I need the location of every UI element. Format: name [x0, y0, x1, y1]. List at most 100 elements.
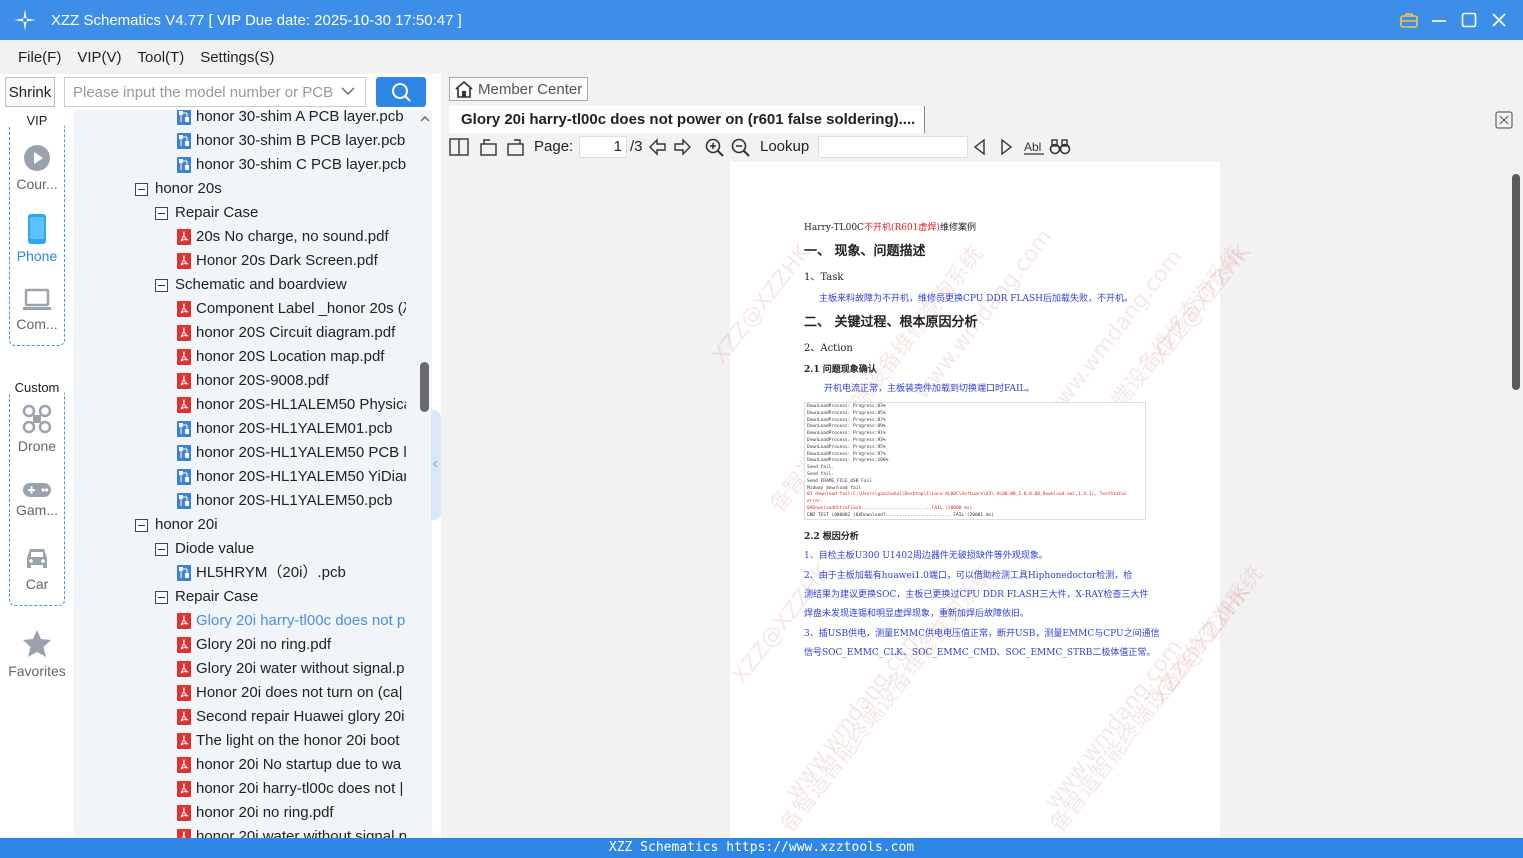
tree-file[interactable]: honor 20S Circuit diagram.pdf: [177, 321, 406, 345]
menu-tool[interactable]: Tool(T): [138, 49, 185, 66]
pcb-file-icon: [177, 133, 191, 149]
find-all-icon[interactable]: [1049, 138, 1071, 156]
doc-header: Harry-TL00C不开机(R601虚焊)维修案例: [804, 223, 976, 233]
tree-file[interactable]: honor 20i No startup due to wa: [177, 753, 406, 777]
tree-file[interactable]: HL5HRYM（20i）.pcb: [177, 561, 406, 585]
tree-file[interactable]: honor 20S-9008.pdf: [177, 369, 406, 393]
viewer-scrollbar[interactable]: [1509, 162, 1523, 838]
tree-folder[interactable]: Repair Case: [155, 201, 406, 225]
tree-file[interactable]: honor 20S-HL1YALEM01.pcb: [177, 417, 406, 441]
tree-item-label: The light on the honor 20i boot: [196, 732, 400, 749]
rotate-right-icon[interactable]: [505, 138, 525, 156]
nav-favorites-label: Favorites: [8, 663, 66, 679]
nav-phone[interactable]: Phone: [0, 214, 74, 264]
panel-collapse-handle[interactable]: [431, 410, 441, 520]
zoom-in-icon[interactable]: [705, 138, 725, 158]
member-center-button[interactable]: Member Center: [449, 77, 588, 101]
search-input[interactable]: Please input the model number or PCB: [64, 77, 366, 107]
tree-folder[interactable]: Repair Case: [155, 585, 406, 609]
tree-file[interactable]: Glory 20i harry-tl00c does not p: [177, 609, 406, 633]
nav-favorites[interactable]: Favorites: [0, 629, 74, 679]
viewer-scroll-thumb[interactable]: [1512, 174, 1520, 390]
chevron-left-icon: [433, 460, 438, 468]
previous-page-icon[interactable]: [647, 138, 667, 156]
zoom-out-icon[interactable]: [731, 138, 751, 158]
vip-badge-icon[interactable]: [1399, 10, 1419, 30]
pcb-file-icon: [177, 110, 191, 125]
tree-file[interactable]: honor 20S-HL1ALEM50 Physica: [177, 393, 406, 417]
menu-vip[interactable]: VIP(V): [77, 49, 121, 66]
search-icon: [392, 83, 411, 102]
nav-game[interactable]: Gam...: [0, 482, 74, 518]
nav-drone[interactable]: Drone: [0, 404, 74, 454]
collapse-toggle-icon[interactable]: [155, 278, 168, 292]
tree-item-label: Repair Case: [175, 588, 259, 605]
close-tab-icon[interactable]: [1495, 111, 1513, 129]
tree-folder[interactable]: honor 20s: [135, 177, 406, 201]
document-tab[interactable]: Glory 20i harry-tl00c does not power on …: [449, 106, 925, 133]
app-logo-icon: [14, 9, 36, 31]
tree-item-label: Glory 20i no ring.pdf: [196, 636, 332, 653]
tree-file[interactable]: honor 20i no ring.pdf: [177, 801, 406, 825]
collapse-toggle-icon[interactable]: [155, 206, 168, 220]
tree-file[interactable]: Second repair Huawei glory 20i: [177, 705, 406, 729]
find-next-icon[interactable]: [998, 138, 1014, 156]
tree-folder[interactable]: Schematic and boardview: [155, 273, 406, 297]
doc-section-21: 2.1 问题现象确认: [804, 365, 877, 375]
tree-file[interactable]: honor 30-shim C PCB layer.pcb: [177, 153, 406, 177]
log-line: DownLoadProcess: Progress:95%: [807, 444, 886, 450]
shrink-button[interactable]: Shrink: [5, 77, 55, 107]
tree-scrollbar[interactable]: [418, 110, 432, 838]
tree-file[interactable]: Honor 20s Dark Screen.pdf: [177, 249, 406, 273]
log-line: DownLoadProcess: Progress:100%: [807, 458, 889, 464]
nav-car[interactable]: Car: [0, 546, 74, 592]
collapse-toggle-icon[interactable]: [135, 518, 148, 532]
tree-folder[interactable]: honor 20i: [135, 513, 406, 537]
sidebar-toggle-icon[interactable]: [449, 138, 469, 156]
find-previous-icon[interactable]: [972, 138, 988, 156]
maximize-icon[interactable]: [1459, 10, 1479, 30]
log-line: DownLoadProcess: Progress:93%: [807, 437, 886, 443]
tree-file[interactable]: Glory 20i no ring.pdf: [177, 633, 406, 657]
rotate-left-icon[interactable]: [479, 138, 499, 156]
nav-car-label: Car: [25, 576, 49, 592]
tree-file[interactable]: Honor 20i does not turn on (ca|: [177, 681, 406, 705]
pdf-file-icon: [177, 229, 191, 245]
tree-file[interactable]: honor 20i water without signal.p: [177, 825, 406, 838]
search-button[interactable]: [376, 77, 426, 107]
nav-computer[interactable]: Com...: [0, 288, 74, 332]
pdf-viewer[interactable]: XZZ@XZZHK XZZ@XZZHK XZZ@XZZHK XZZ@XZZHK …: [441, 162, 1523, 838]
menu-file[interactable]: File(F): [18, 49, 61, 66]
tree-file[interactable]: honor 20S-HL1YALEM50 YiDian: [177, 465, 406, 489]
collapse-toggle-icon[interactable]: [155, 542, 168, 556]
minimize-icon[interactable]: [1429, 10, 1449, 30]
menu-bar: File(F) VIP(V) Tool(T) Settings(S): [0, 40, 1523, 74]
tree-file[interactable]: honor 20S-HL1YALEM50 PCB la: [177, 441, 406, 465]
menu-settings[interactable]: Settings(S): [200, 49, 274, 66]
tree-file[interactable]: 20s No charge, no sound.pdf: [177, 225, 406, 249]
tree-file[interactable]: honor 20S-HL1YALEM50.pcb: [177, 489, 406, 513]
lookup-input[interactable]: [818, 136, 968, 158]
next-page-icon[interactable]: [673, 138, 693, 156]
nav-courses[interactable]: Cour...: [0, 144, 74, 192]
log-line: Send fail.: [807, 471, 835, 477]
match-case-icon[interactable]: Abl: [1023, 138, 1045, 156]
tree-file[interactable]: honor 20S Location map.pdf: [177, 345, 406, 369]
page-number-input[interactable]: 1: [579, 136, 627, 158]
collapse-toggle-icon[interactable]: [135, 182, 148, 196]
tree-file[interactable]: The light on the honor 20i boot: [177, 729, 406, 753]
tree-file[interactable]: Glory 20i water without signal.p: [177, 657, 406, 681]
tree-item-label: honor 20i No startup due to wa: [196, 756, 402, 773]
tree-file[interactable]: honor 30-shim A PCB layer.pcb: [177, 110, 406, 129]
tree-folder[interactable]: Diode value: [155, 537, 406, 561]
scroll-up-icon[interactable]: [418, 114, 432, 124]
tree-file[interactable]: Component Label _honor 20s (λ: [177, 297, 406, 321]
collapse-toggle-icon[interactable]: [155, 590, 168, 604]
tree-file[interactable]: honor 20i harry-tl00c does not |: [177, 777, 406, 801]
tree-file[interactable]: honor 30-shim B PCB layer.pcb: [177, 129, 406, 153]
document-tab-title: Glory 20i harry-tl00c does not power on …: [461, 111, 916, 128]
tree-item-label: honor 30-shim A PCB layer.pcb: [196, 110, 404, 125]
tree-scroll-thumb[interactable]: [420, 362, 429, 412]
close-icon[interactable]: [1489, 10, 1509, 30]
chevron-down-icon[interactable]: [341, 86, 355, 96]
